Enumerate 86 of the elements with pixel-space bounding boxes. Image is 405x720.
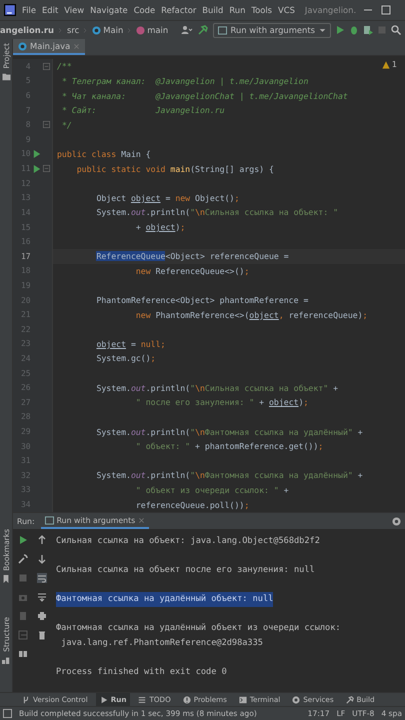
code-line: new PhantomReference<>(object, referenceQueue);: [134, 310, 368, 320]
code-line: System.out.println("\nФантомная ссылка на удалённый" +: [95, 470, 363, 480]
wrench-icon[interactable]: [18, 554, 28, 564]
terminal-icon: [238, 696, 247, 704]
menu-item[interactable]: Run: [229, 5, 246, 15]
code-line: * Чат канала: @JavangelionChat | t.me/JavangelionChat: [60, 90, 348, 101]
app-logo-icon: [4, 4, 16, 16]
menu-item[interactable]: Edit: [42, 5, 58, 15]
code-line: referenceQueue.poll());: [134, 500, 250, 510]
code-line: object = null;: [95, 338, 166, 349]
folder-icon[interactable]: [2, 72, 10, 81]
code-line: System.out.println("\nФантомная ссылка на удалённый" +: [95, 426, 363, 437]
maximize-icon[interactable]: [380, 5, 392, 15]
panel-toggle-icon[interactable]: [3, 709, 12, 718]
caret-icon: [319, 26, 326, 34]
print-icon[interactable]: [36, 611, 46, 621]
close-icon[interactable]: [138, 516, 146, 524]
console-line: Сильная ссылка на объект: java.lang.Object@568db2f2: [56, 535, 320, 548]
code-line: " объект из очереди ссылок: " +: [134, 484, 289, 495]
arrow-down-icon[interactable]: [36, 554, 46, 564]
code-line: ReferenceQueue<Object> referenceQueue =: [95, 251, 289, 262]
menu-item[interactable]: Navigate: [90, 5, 128, 15]
list-icon: [138, 696, 146, 704]
coverage-icon[interactable]: [363, 25, 373, 35]
code-line: public class Main {: [57, 148, 151, 159]
layout-icon[interactable]: [18, 649, 28, 659]
code-line: * Телеграм канал: @Javangelion | t.me/Javangelion: [60, 76, 308, 86]
run-configuration-dropdown[interactable]: Run with arguments: [212, 22, 331, 38]
chevron-icon: [127, 26, 132, 34]
console-line: Фантомная ссылка на удалённый объект из очереди ссылок:: [56, 622, 341, 635]
class-icon: [92, 26, 102, 34]
console-line: Сильная ссылка на объект после его зануления: null: [56, 564, 315, 577]
breadcrumb[interactable]: Main: [92, 25, 124, 35]
scroll-to-end-icon[interactable]: [36, 592, 46, 602]
hammer-icon[interactable]: [196, 25, 209, 35]
chevron-icon: [58, 26, 64, 34]
breadcrumb[interactable]: main: [136, 25, 168, 35]
line-number: 17: [20, 252, 31, 261]
chevron-icon: [83, 26, 88, 34]
structure-icon[interactable]: [2, 656, 10, 664]
class-icon: [18, 42, 27, 50]
warning-count[interactable]: 1: [382, 60, 397, 69]
run-icon[interactable]: [335, 25, 345, 35]
console-line: java.lang.ref.PhantomReference@2d98a335: [60, 636, 263, 650]
code-line: PhantomReference<Object> phantomReference =: [95, 295, 308, 306]
file-tab[interactable]: Main.java: [13, 39, 86, 55]
code-line: " объект: " + phantomReference.get());: [134, 441, 324, 452]
code-line: System.out.println("\nСильная ссылка на объект: ": [95, 207, 338, 218]
code-line: * Сайт: Javangelion.ru: [60, 105, 225, 116]
window-icon: [218, 26, 227, 34]
trash-icon[interactable]: [36, 630, 46, 640]
menu-item[interactable]: File: [22, 5, 36, 15]
warning-icon: [182, 696, 191, 704]
settings-icon[interactable]: [392, 516, 401, 526]
code-line: System.out.println("\nСильная ссылка на объект" +: [95, 382, 338, 393]
branch-icon: [22, 696, 30, 704]
menu-item[interactable]: Tools: [251, 5, 272, 15]
soft-wrap-icon[interactable]: [36, 573, 46, 583]
menu-item[interactable]: Refactor: [161, 5, 196, 15]
window-title: Javangelion.: [304, 5, 356, 15]
menu-item[interactable]: Build: [202, 5, 224, 15]
rerun-icon[interactable]: [18, 535, 28, 545]
menu-item[interactable]: VCS: [278, 5, 295, 15]
code-line: System.gc();: [95, 353, 156, 364]
code-line: /**: [57, 61, 72, 72]
code-line: " после его зануления: " + object);: [134, 397, 308, 408]
gear-icon: [292, 696, 300, 704]
code-line: + object);: [134, 222, 186, 232]
breadcrumb[interactable]: src: [67, 25, 80, 35]
code-line: public static void main(String[] args) {: [76, 164, 274, 174]
play-icon: [100, 696, 108, 704]
breadcrumb[interactable]: angelion.ru: [0, 25, 54, 35]
code-line: new ReferenceQueue<>();: [134, 266, 250, 276]
window-icon: [44, 516, 54, 524]
warning-icon: [382, 60, 390, 68]
console-line: Process finished with exit code 0: [56, 666, 227, 678]
hammer-icon: [346, 696, 354, 704]
menu-item[interactable]: Code: [134, 5, 156, 15]
method-icon: [136, 26, 146, 34]
code-line: Object object = new Object();: [95, 192, 240, 203]
search-icon[interactable]: [391, 25, 401, 35]
menu-item[interactable]: View: [64, 5, 84, 15]
code-line: */: [60, 120, 72, 130]
bookmark-icon[interactable]: [2, 575, 10, 584]
arrow-up-icon[interactable]: [36, 535, 46, 545]
user-icon[interactable]: [178, 25, 193, 35]
